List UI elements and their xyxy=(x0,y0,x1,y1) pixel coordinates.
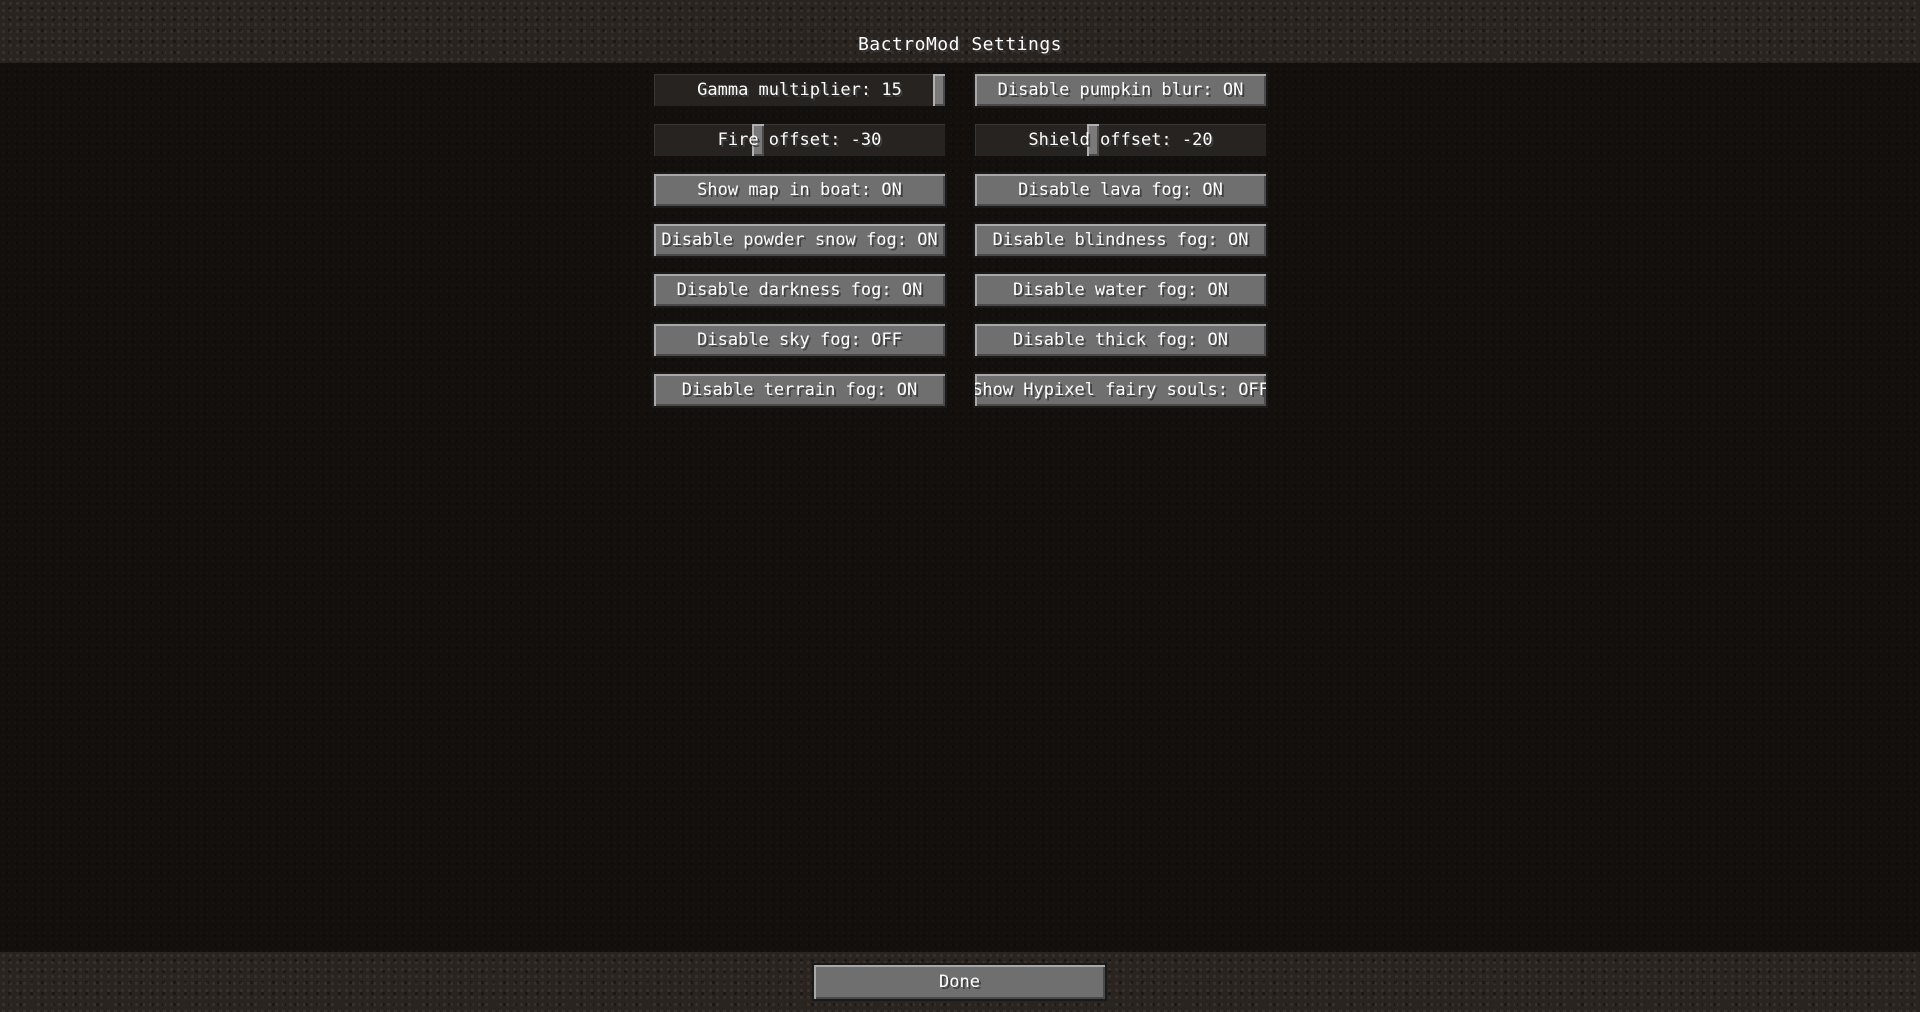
shield-offset-slider[interactable]: Shield offset: -20 xyxy=(973,122,1268,158)
show-map-in-boat-button[interactable]: Show map in boat: ON xyxy=(652,172,947,208)
disable-pumpkin-blur-button[interactable]: Disable pumpkin blur: ON xyxy=(973,72,1268,108)
disable-water-fog-button[interactable]: Disable water fog: ON xyxy=(973,272,1268,308)
page-title: BactroMod Settings xyxy=(857,34,1063,55)
disable-blindness-fog-button[interactable]: Disable blindness fog: ON xyxy=(973,222,1268,258)
gamma-multiplier-slider[interactable]: Gamma multiplier: 15 xyxy=(652,72,947,108)
disable-terrain-fog-button[interactable]: Disable terrain fog: ON xyxy=(652,372,947,408)
shield-offset-label: Shield offset: -20 xyxy=(1028,130,1213,150)
show-hypixel-fairy-souls-button[interactable]: Show Hypixel fairy souls: OFF xyxy=(973,372,1268,408)
disable-thick-fog-button[interactable]: Disable thick fog: ON xyxy=(973,322,1268,358)
disable-sky-fog-button[interactable]: Disable sky fog: OFF xyxy=(652,322,947,358)
options-grid: Gamma multiplier: 15 Disable pumpkin blu… xyxy=(652,72,1268,408)
gamma-multiplier-label: Gamma multiplier: 15 xyxy=(697,80,902,100)
disable-powder-snow-fog-button[interactable]: Disable powder snow fog: ON xyxy=(652,222,947,258)
fire-offset-slider[interactable]: Fire offset: -30 xyxy=(652,122,947,158)
done-button[interactable]: Done xyxy=(812,963,1107,1001)
settings-screen: BactroMod Settings Gamma multiplier: 15 … xyxy=(0,0,1920,1012)
gamma-slider-handle[interactable] xyxy=(933,74,945,106)
disable-lava-fog-button[interactable]: Disable lava fog: ON xyxy=(973,172,1268,208)
fire-offset-label: Fire offset: -30 xyxy=(717,130,882,150)
disable-darkness-fog-button[interactable]: Disable darkness fog: ON xyxy=(652,272,947,308)
